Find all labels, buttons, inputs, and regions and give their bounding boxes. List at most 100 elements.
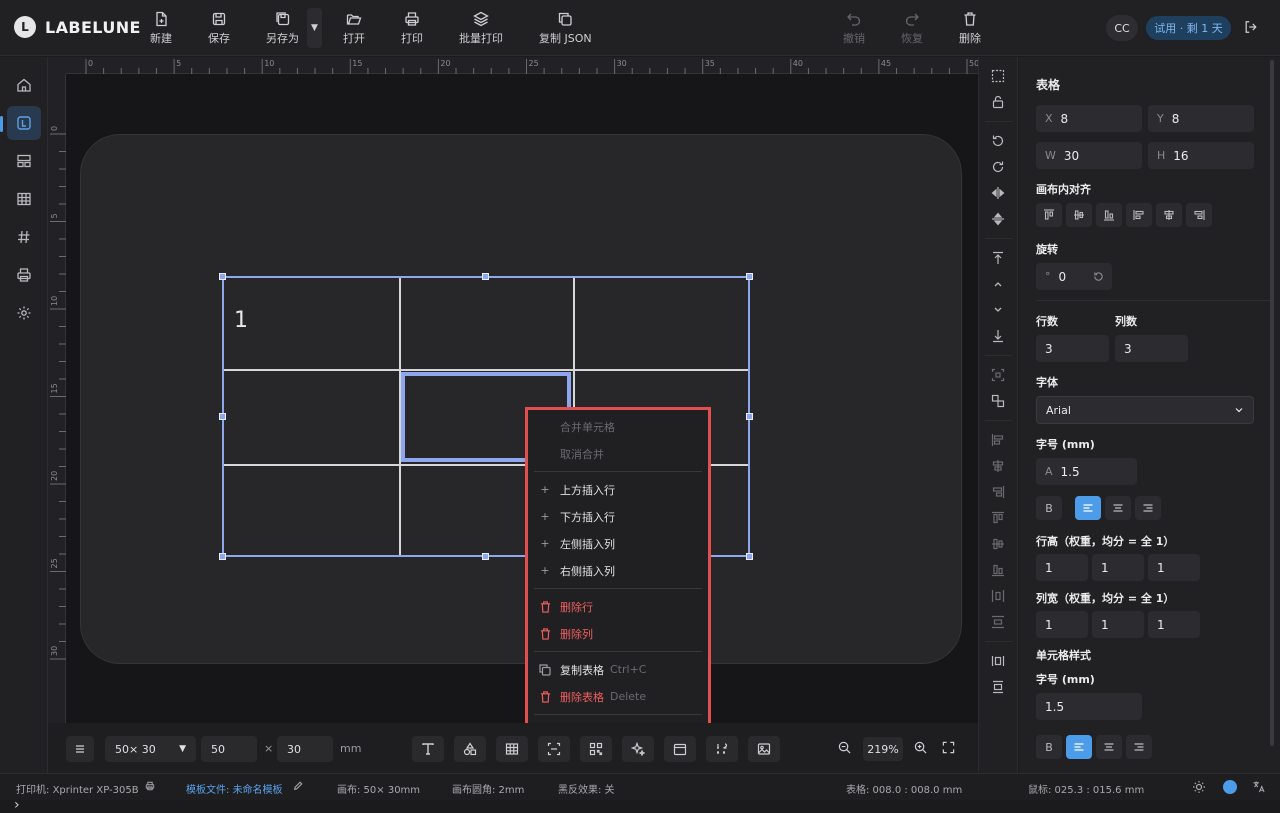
width-input[interactable]: 50	[201, 736, 257, 762]
rows-input[interactable]: 3	[1036, 335, 1109, 362]
cell-bold-button[interactable]: B	[1036, 735, 1062, 759]
bring-to-front-icon[interactable]	[991, 251, 1005, 265]
save-button[interactable]: 保存	[208, 11, 230, 46]
sidebar-item-templates[interactable]	[7, 144, 41, 178]
canvas-align-center-icon[interactable]	[1156, 203, 1182, 227]
insert-col-left-item[interactable]: + 左侧插入列	[534, 530, 702, 557]
theme-color-dot[interactable]	[1223, 780, 1237, 794]
cols-input[interactable]: 3	[1115, 335, 1188, 362]
align-left-icon[interactable]	[991, 433, 1005, 447]
height-input[interactable]: 30	[277, 736, 333, 762]
sidebar-item-label-editor[interactable]	[7, 106, 41, 140]
resize-handle[interactable]	[219, 273, 226, 280]
add-text-button[interactable]	[412, 736, 444, 762]
insert-row-above-item[interactable]: + 上方插入行	[534, 476, 702, 503]
trial-badge[interactable]: 试用 · 剩 1 天	[1146, 16, 1231, 40]
row-height-input-1[interactable]: 1	[1036, 554, 1088, 581]
edit-pencil-icon[interactable]	[293, 781, 303, 791]
avatar[interactable]: CC	[1106, 15, 1138, 41]
canvas-align-top-icon[interactable]	[1036, 203, 1062, 227]
add-qrcode-button[interactable]	[580, 736, 612, 762]
language-icon[interactable]	[1252, 780, 1265, 793]
properties-scrollbar[interactable]	[1270, 60, 1274, 746]
width-field[interactable]: W 30	[1036, 142, 1142, 169]
delete-col-item[interactable]: 删除列	[534, 620, 702, 647]
canvas-align-middle-icon[interactable]	[1066, 203, 1092, 227]
space-horizontal-icon[interactable]	[991, 654, 1005, 668]
add-serial-button[interactable]	[706, 736, 738, 762]
row-height-input-2[interactable]: 1	[1092, 554, 1144, 581]
cell-align-left-button[interactable]	[1066, 735, 1092, 759]
col-width-input-1[interactable]: 1	[1036, 611, 1088, 638]
canvas-align-left-icon[interactable]	[1126, 203, 1152, 227]
insert-col-right-item[interactable]: + 右侧插入列	[534, 557, 702, 584]
flip-horizontal-icon[interactable]	[991, 186, 1005, 200]
font-select[interactable]: Arial	[1036, 396, 1254, 424]
fit-screen-icon[interactable]	[942, 741, 955, 754]
rotate-right-icon[interactable]	[991, 160, 1005, 174]
size-preset-select[interactable]: 50× 30 ▼	[105, 736, 196, 762]
copy-table-item[interactable]: 复制表格 Ctrl+C	[534, 656, 702, 683]
send-to-back-icon[interactable]	[991, 329, 1005, 343]
resize-handle[interactable]	[219, 553, 226, 560]
open-button[interactable]: 打开	[343, 11, 365, 46]
resize-handle[interactable]	[746, 553, 753, 560]
flip-vertical-icon[interactable]	[991, 212, 1005, 226]
group-icon[interactable]	[991, 368, 1005, 382]
resize-handle[interactable]	[482, 273, 489, 280]
rotate-left-icon[interactable]	[991, 134, 1005, 148]
row-height-input-3[interactable]: 1	[1148, 554, 1200, 581]
add-barcode-button[interactable]	[538, 736, 570, 762]
sun-icon[interactable]	[1192, 780, 1206, 794]
menu-icon[interactable]	[66, 736, 94, 762]
resize-handle[interactable]	[746, 413, 753, 420]
save-as-dropdown[interactable]: ▼	[307, 8, 322, 48]
align-middle-icon[interactable]	[991, 537, 1005, 551]
reset-rotate-icon[interactable]	[1093, 271, 1104, 282]
new-button[interactable]: 新建	[150, 11, 172, 46]
add-shape-button[interactable]	[454, 736, 486, 762]
save-as-button[interactable]: 另存为	[266, 11, 299, 46]
height-field[interactable]: H 16	[1148, 142, 1254, 169]
col-width-input-3[interactable]: 1	[1148, 611, 1200, 638]
merge-cells-item[interactable]: 合并单元格	[534, 413, 702, 440]
canvas-align-bottom-icon[interactable]	[1096, 203, 1122, 227]
template-status[interactable]: 模板文件: 未命名模板	[186, 781, 283, 796]
sidebar-item-settings[interactable]	[7, 296, 41, 330]
zoom-out-icon[interactable]	[838, 741, 851, 754]
align-bottom-icon[interactable]	[991, 563, 1005, 577]
redo-button[interactable]: 恢复	[901, 11, 923, 46]
sidebar-item-table[interactable]	[7, 182, 41, 216]
resize-handle[interactable]	[482, 553, 489, 560]
align-center-button[interactable]	[1105, 496, 1131, 520]
distribute-vertical-icon[interactable]	[991, 615, 1005, 629]
move-up-icon[interactable]	[991, 277, 1005, 291]
resize-handle[interactable]	[746, 273, 753, 280]
col-width-input-2[interactable]: 1	[1092, 611, 1144, 638]
add-table-button[interactable]	[496, 736, 528, 762]
rotate-field[interactable]: ° 0	[1036, 263, 1112, 290]
select-box-icon[interactable]	[991, 69, 1005, 83]
cell-align-center-button[interactable]	[1096, 735, 1122, 759]
align-right-icon[interactable]	[991, 485, 1005, 499]
sidebar-item-print[interactable]	[7, 258, 41, 292]
cell-align-right-button[interactable]	[1126, 735, 1152, 759]
unmerge-cells-item[interactable]: 取消合并	[534, 440, 702, 467]
printer-status[interactable]: 打印机: Xprinter XP-305B	[16, 781, 139, 796]
lock-icon[interactable]	[991, 95, 1005, 109]
x-field[interactable]: X8	[1036, 105, 1142, 132]
delete-table-item[interactable]: 删除表格 Delete	[534, 683, 702, 710]
distribute-horizontal-icon[interactable]	[991, 589, 1005, 603]
ungroup-icon[interactable]	[991, 394, 1005, 408]
space-vertical-icon[interactable]	[991, 680, 1005, 694]
copy-json-button[interactable]: 复制 JSON	[539, 11, 592, 46]
batch-print-button[interactable]: 批量打印	[459, 11, 503, 46]
align-left-button[interactable]	[1075, 496, 1101, 520]
print-button[interactable]: 打印	[401, 11, 423, 46]
resize-handle[interactable]	[219, 413, 226, 420]
add-image-button[interactable]	[748, 736, 780, 762]
canvas-align-right-icon[interactable]	[1186, 203, 1212, 227]
zoom-level[interactable]: 219%	[863, 737, 903, 761]
add-date-button[interactable]	[664, 736, 696, 762]
bold-button[interactable]: B	[1036, 496, 1062, 520]
